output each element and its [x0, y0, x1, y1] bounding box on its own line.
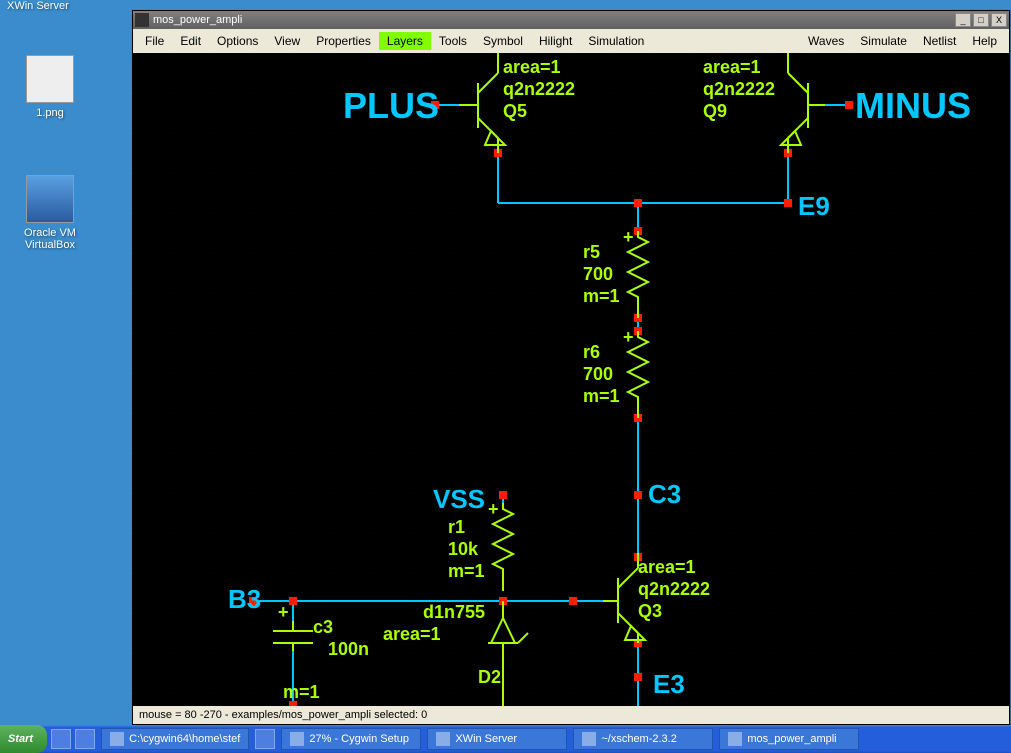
svg-text:10k: 10k	[448, 539, 479, 559]
task-mos-power-ampli[interactable]: mos_power_ampli	[719, 728, 859, 750]
setup-icon	[290, 732, 304, 746]
x-icon	[436, 732, 450, 746]
menu-simulate[interactable]: Simulate	[852, 32, 915, 50]
menu-hilight[interactable]: Hilight	[531, 32, 580, 50]
app-icon	[728, 732, 742, 746]
folder-icon	[110, 732, 124, 746]
svg-text:m=1: m=1	[448, 561, 485, 581]
vbox-icon	[26, 175, 74, 223]
xschem-window: mos_power_ampli _ □ X File Edit Options …	[132, 10, 1010, 725]
svg-text:q2n2222: q2n2222	[638, 579, 710, 599]
file-icon	[26, 55, 74, 103]
svg-text:m=1: m=1	[583, 286, 620, 306]
menu-options[interactable]: Options	[209, 32, 266, 50]
svg-text:+: +	[623, 327, 634, 347]
titlebar[interactable]: mos_power_ampli _ □ X	[133, 11, 1009, 29]
svg-text:700: 700	[583, 364, 613, 384]
svg-text:q2n2222: q2n2222	[703, 79, 775, 99]
menu-netlist[interactable]: Netlist	[915, 32, 964, 50]
desktop-label: XWin Server	[7, 0, 69, 12]
svg-text:area=1: area=1	[383, 624, 441, 644]
icon-label: 1.png	[10, 107, 90, 119]
svg-text:100n: 100n	[328, 639, 369, 659]
task-cygwin-setup[interactable]: 27% - Cygwin Setup	[281, 728, 421, 750]
desktop-icon-virtualbox[interactable]: Oracle VM VirtualBox	[10, 175, 90, 251]
svg-text:+: +	[488, 499, 499, 519]
svg-text:q2n2222: q2n2222	[503, 79, 575, 99]
svg-text:m=1: m=1	[283, 682, 320, 702]
menu-properties[interactable]: Properties	[308, 32, 379, 50]
net-c3: C3	[648, 479, 681, 509]
svg-text:area=1: area=1	[638, 557, 696, 577]
task-explorer[interactable]: C:\cygwin64\home\stef	[101, 728, 249, 750]
quicklaunch-ff-icon[interactable]	[255, 729, 275, 749]
net-e9: E9	[798, 191, 830, 221]
svg-text:area=1: area=1	[503, 57, 561, 77]
menu-edit[interactable]: Edit	[172, 32, 209, 50]
menu-layers[interactable]: Layers	[379, 32, 431, 50]
svg-text:D2: D2	[478, 667, 501, 687]
schematic-canvas[interactable]: + + + + PLUS MINUS E9 VSS C3 B3 E3 area=…	[133, 53, 1009, 706]
quicklaunch-ie-icon[interactable]	[51, 729, 71, 749]
menu-file[interactable]: File	[137, 32, 172, 50]
svg-text:+: +	[278, 602, 289, 622]
task-xwin[interactable]: XWin Server	[427, 728, 567, 750]
net-b3: B3	[228, 584, 261, 614]
task-xschem-dir[interactable]: ~/xschem-2.3.2	[573, 728, 713, 750]
quicklaunch-explorer-icon[interactable]	[75, 729, 95, 749]
menu-waves[interactable]: Waves	[800, 32, 852, 50]
svg-text:m=1: m=1	[583, 386, 620, 406]
svg-text:+: +	[623, 227, 634, 247]
net-plus: PLUS	[343, 85, 439, 126]
svg-text:r1: r1	[448, 517, 465, 537]
close-button[interactable]: X	[991, 13, 1007, 27]
start-button[interactable]: Start	[0, 725, 47, 753]
svg-text:r5: r5	[583, 242, 600, 262]
menu-view[interactable]: View	[266, 32, 308, 50]
schematic-svg: + + + + PLUS MINUS E9 VSS C3 B3 E3 area=…	[133, 53, 1009, 706]
terminal-icon	[582, 732, 596, 746]
menu-symbol[interactable]: Symbol	[475, 32, 531, 50]
taskbar: Start C:\cygwin64\home\stef 27% - Cygwin…	[0, 725, 1011, 753]
svg-text:c3: c3	[313, 617, 333, 637]
app-icon	[135, 13, 149, 27]
svg-text:Q3: Q3	[638, 601, 662, 621]
svg-text:Q5: Q5	[503, 101, 527, 121]
menu-tools[interactable]: Tools	[431, 32, 475, 50]
svg-text:700: 700	[583, 264, 613, 284]
svg-text:d1n755: d1n755	[423, 602, 485, 622]
menu-simulation[interactable]: Simulation	[580, 32, 652, 50]
window-title: mos_power_ampli	[153, 14, 953, 26]
maximize-button[interactable]: □	[973, 13, 989, 27]
menu-help[interactable]: Help	[964, 32, 1005, 50]
status-text: mouse = 80 -270 - examples/mos_power_amp…	[139, 709, 427, 721]
net-e3: E3	[653, 669, 685, 699]
svg-text:r6: r6	[583, 342, 600, 362]
desktop-icon-1png[interactable]: 1.png	[10, 55, 90, 119]
statusbar: mouse = 80 -270 - examples/mos_power_amp…	[133, 706, 1009, 724]
svg-text:Q9: Q9	[703, 101, 727, 121]
menubar: File Edit Options View Properties Layers…	[133, 29, 1009, 53]
minimize-button[interactable]: _	[955, 13, 971, 27]
svg-text:area=1: area=1	[703, 57, 761, 77]
net-minus: MINUS	[855, 85, 971, 126]
net-vss: VSS	[433, 484, 485, 514]
icon-label: Oracle VM VirtualBox	[10, 227, 90, 251]
